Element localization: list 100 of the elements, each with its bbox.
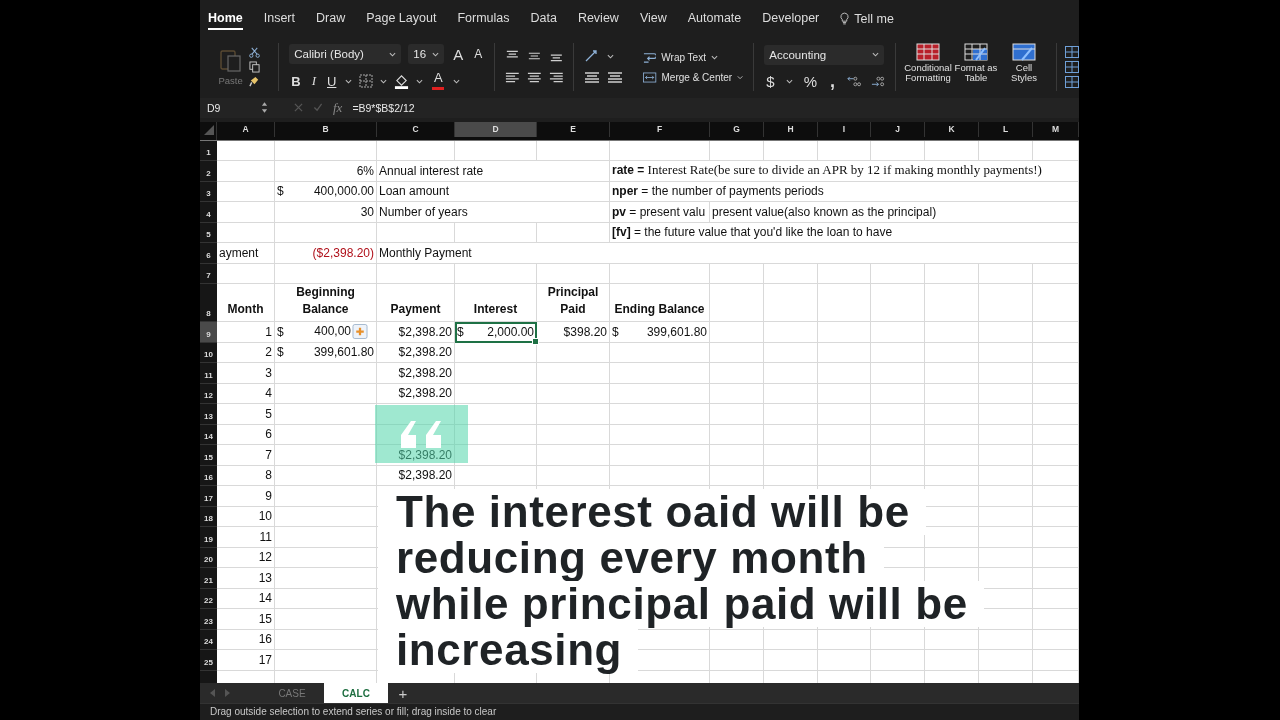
ribbon-tab[interactable]: Home — [208, 7, 243, 31]
table-cell: ($2,398.20) — [275, 243, 377, 264]
row-header[interactable]: 8 — [200, 284, 217, 323]
insert-function-button[interactable]: fx — [333, 99, 343, 116]
table-cell: Principal Paid — [537, 284, 610, 323]
cell-value: 400,000.00 — [313, 184, 374, 199]
column-header[interactable]: L — [979, 121, 1033, 137]
table-cell: Loan amount — [377, 181, 610, 203]
row-header[interactable]: 25 — [200, 650, 217, 671]
underline-button[interactable]: U — [325, 73, 339, 89]
ribbon-tab[interactable]: Automate — [687, 7, 742, 31]
column-header[interactable]: B — [275, 121, 377, 137]
table-cell: 5 — [217, 404, 275, 425]
row-header[interactable]: 20 — [200, 547, 217, 569]
row-header[interactable]: 12 — [200, 383, 217, 405]
column-header[interactable]: M — [1033, 121, 1079, 137]
row-header[interactable]: 14 — [200, 424, 217, 446]
table-cell: 16 — [217, 629, 275, 651]
table-cell: 10 — [217, 506, 275, 528]
table-cell: 4 — [217, 383, 275, 405]
table-cell: 3 — [217, 363, 275, 384]
wrap-text-button[interactable]: Wrap Text — [643, 51, 744, 65]
cell-value: 399,601.80 — [313, 345, 374, 360]
ribbon-tab[interactable]: Formulas — [457, 7, 510, 31]
column-header[interactable]: E — [537, 121, 610, 137]
table-cell: $398.20 — [537, 322, 610, 343]
row-header[interactable]: 18 — [200, 506, 217, 528]
cell-style-button[interactable]: Cell Styles — [1002, 43, 1046, 92]
table-cell: Payment — [377, 284, 455, 323]
grow-font-button[interactable]: A — [451, 45, 466, 63]
currency-symbol: $ — [612, 324, 619, 339]
ribbon-tab[interactable]: Page Layout — [366, 7, 437, 31]
row-header[interactable]: 2 — [200, 161, 217, 182]
row-header[interactable]: 1 — [200, 140, 217, 162]
currency-symbol: $ — [277, 345, 284, 360]
status-text: Drag outside selection to extend series or fill; drag inside to clear — [200, 703, 1079, 720]
ribbon-tab[interactable]: Data — [530, 7, 557, 31]
column-header[interactable]: H — [764, 121, 818, 137]
currency-button[interactable]: $ — [764, 72, 777, 90]
row-header[interactable]: 9 — [200, 322, 217, 343]
bold-button[interactable]: B — [289, 73, 303, 89]
row-header[interactable]: 13 — [200, 404, 217, 425]
add-sheet-button[interactable]: + — [388, 683, 418, 703]
currency-symbol: $ — [457, 324, 464, 339]
column-header[interactable]: J — [871, 121, 925, 137]
cell-style-button[interactable]: Conditional Formatting — [906, 43, 950, 92]
row-header[interactable]: 19 — [200, 527, 217, 548]
percent-button[interactable]: % — [801, 72, 819, 90]
table-cell: Interest — [455, 284, 537, 323]
row-header[interactable]: 21 — [200, 568, 217, 589]
italic-button[interactable]: I — [309, 73, 318, 90]
row-header[interactable]: 3 — [200, 181, 217, 203]
number-format-dropdown[interactable]: Accounting — [764, 44, 885, 65]
row-header[interactable]: 17 — [200, 486, 217, 507]
ribbon-tab[interactable]: Review — [577, 7, 619, 31]
row-header[interactable]: 22 — [200, 588, 217, 610]
font-color-button[interactable]: A — [430, 72, 447, 91]
ribbon-tab[interactable]: Draw — [316, 7, 346, 31]
table-cell: ayment — [217, 243, 275, 264]
table-cell: Month — [217, 284, 275, 323]
merge-center-button[interactable]: Merge & Center — [643, 72, 744, 84]
cell-style-button[interactable]: Format as Table — [954, 43, 998, 92]
column-header[interactable]: A — [217, 121, 275, 137]
table-cell: $2,398.20 — [377, 342, 455, 364]
ribbon-tab[interactable]: Developer — [762, 7, 820, 31]
row-header[interactable]: 23 — [200, 609, 217, 630]
table-cell: 2 — [217, 342, 275, 364]
cell-value: 400,00 — [314, 324, 351, 339]
font-name-dropdown[interactable]: Calibri (Body) — [289, 44, 402, 65]
row-header[interactable]: 10 — [200, 342, 217, 364]
ribbon-tab[interactable]: Insert — [263, 7, 295, 31]
sheet-tab[interactable]: CALC — [324, 683, 388, 703]
row-header[interactable]: 16 — [200, 465, 217, 487]
row-header[interactable]: 11 — [200, 363, 217, 384]
table-cell: Annual interest rate — [377, 161, 610, 182]
row-header[interactable]: 15 — [200, 445, 217, 466]
column-header[interactable]: G — [710, 121, 764, 137]
cell-value: 2,000.00 — [487, 324, 534, 339]
row-header[interactable]: 7 — [200, 263, 217, 285]
column-header[interactable]: K — [925, 121, 979, 137]
row-header[interactable]: 5 — [200, 222, 217, 244]
font-size-dropdown[interactable]: 16 — [408, 44, 445, 65]
column-header[interactable]: F — [610, 121, 710, 137]
table-cell: 14 — [217, 588, 275, 610]
tell-me-button[interactable]: Tell me — [840, 11, 894, 26]
table-cell: $2,398.20 — [377, 322, 455, 343]
table-cell: 6% — [275, 161, 377, 182]
shrink-font-button[interactable]: A — [472, 47, 485, 62]
cell-value: 399,601.80 — [646, 324, 707, 339]
row-header[interactable]: 4 — [200, 202, 217, 223]
row-header[interactable]: 24 — [200, 629, 217, 651]
table-cell: [fv] = the future value that you'd like the loan to have — [610, 222, 1079, 244]
table-cell: $2,398.20 — [377, 465, 455, 487]
row-header[interactable]: 6 — [200, 243, 217, 264]
formula-text[interactable]: =B9*$B$2/12 — [352, 101, 415, 114]
table-cell: 6 — [217, 424, 275, 446]
table-cell: nper = the number of payments periods — [610, 181, 1079, 203]
name-box[interactable]: D9 — [207, 101, 251, 114]
column-header[interactable]: I — [818, 121, 871, 137]
ribbon-tab[interactable]: View — [639, 7, 667, 31]
